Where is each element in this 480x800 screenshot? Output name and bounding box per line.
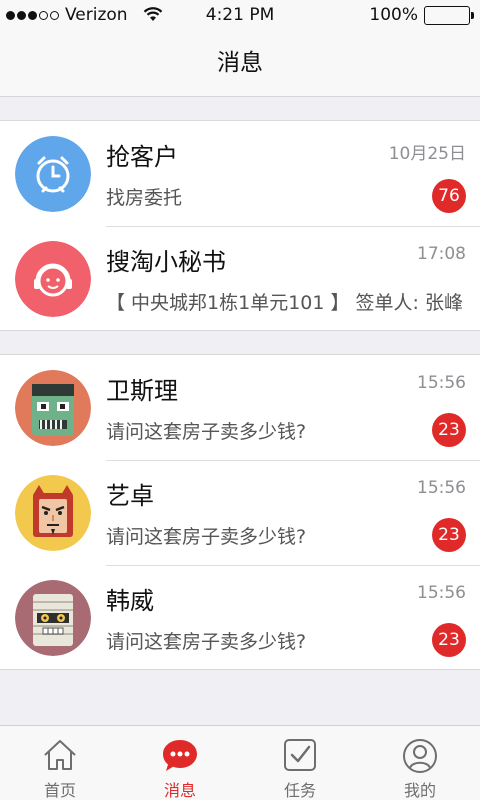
unread-badge: 76 xyxy=(432,179,466,213)
message-title: 韩威 xyxy=(106,587,154,615)
page-title: 消息 xyxy=(217,50,263,76)
unread-badge: 23 xyxy=(432,413,466,447)
task-check-icon xyxy=(284,739,316,771)
battery-percent: 100% xyxy=(369,5,418,25)
headset-icon xyxy=(15,241,91,317)
chat-message-list: 卫斯理 15:56 请问这套房子卖多少钱? 23 艺卓 15:56 请问这套房子… xyxy=(0,354,480,670)
battery-icon xyxy=(424,5,474,25)
message-preview: 请问这套房子卖多少钱? xyxy=(106,631,307,653)
unread-badge: 23 xyxy=(432,518,466,552)
message-time: 15:56 xyxy=(417,478,466,498)
tab-bar: 首页 消息 任务 我的 xyxy=(0,725,480,800)
tab-label: 首页 xyxy=(43,781,76,800)
devil-avatar-icon xyxy=(15,475,91,551)
message-title: 搜淘小秘书 xyxy=(106,248,226,276)
message-row-chat[interactable]: 艺卓 15:56 请问这套房子卖多少钱? 23 xyxy=(0,460,480,565)
status-bar: Verizon 4:21 PM 100% xyxy=(0,0,480,30)
chat-bubble-icon xyxy=(163,740,197,771)
message-preview: 请问这套房子卖多少钱? xyxy=(106,526,307,548)
navigation-bar: 消息 xyxy=(0,30,480,97)
message-title: 卫斯理 xyxy=(106,377,178,405)
mummy-avatar-icon xyxy=(15,580,91,656)
tab-profile[interactable]: 我的 xyxy=(360,726,480,800)
message-time: 10月25日 xyxy=(388,144,466,164)
profile-icon xyxy=(403,739,437,773)
message-row-chat[interactable]: 韩威 15:56 请问这套房子卖多少钱? 23 xyxy=(0,565,480,670)
unread-badge: 23 xyxy=(432,623,466,657)
battery-status: 100% xyxy=(369,5,474,25)
message-time: 17:08 xyxy=(417,244,466,264)
message-title: 抢客户 xyxy=(106,143,178,171)
message-row-grab-customers[interactable]: 抢客户 10月25日 找房委托 76 xyxy=(0,121,480,226)
zombie-avatar-icon xyxy=(15,370,91,446)
system-message-list: 抢客户 10月25日 找房委托 76 搜淘小秘书 17:08 【 中央城邦1栋1… xyxy=(0,120,480,331)
message-row-chat[interactable]: 卫斯理 15:56 请问这套房子卖多少钱? 23 xyxy=(0,355,480,460)
home-icon xyxy=(44,740,76,770)
tab-label: 消息 xyxy=(163,781,196,800)
tab-label: 我的 xyxy=(403,781,436,800)
message-row-assistant[interactable]: 搜淘小秘书 17:08 【 中央城邦1栋1单元101 】 签单人: 张峰 xyxy=(0,226,480,331)
message-preview: 找房委托 xyxy=(106,187,183,209)
tab-messages[interactable]: 消息 xyxy=(120,726,240,800)
tab-home[interactable]: 首页 xyxy=(0,726,120,800)
message-time: 15:56 xyxy=(417,583,466,603)
tab-tasks[interactable]: 任务 xyxy=(240,726,360,800)
alarm-clock-icon xyxy=(15,136,91,212)
message-preview: 【 中央城邦1栋1单元101 】 签单人: 张峰 xyxy=(106,292,464,314)
message-title: 艺卓 xyxy=(106,482,154,510)
message-time: 15:56 xyxy=(417,373,466,393)
tab-label: 任务 xyxy=(283,781,316,800)
message-preview: 请问这套房子卖多少钱? xyxy=(106,421,307,443)
